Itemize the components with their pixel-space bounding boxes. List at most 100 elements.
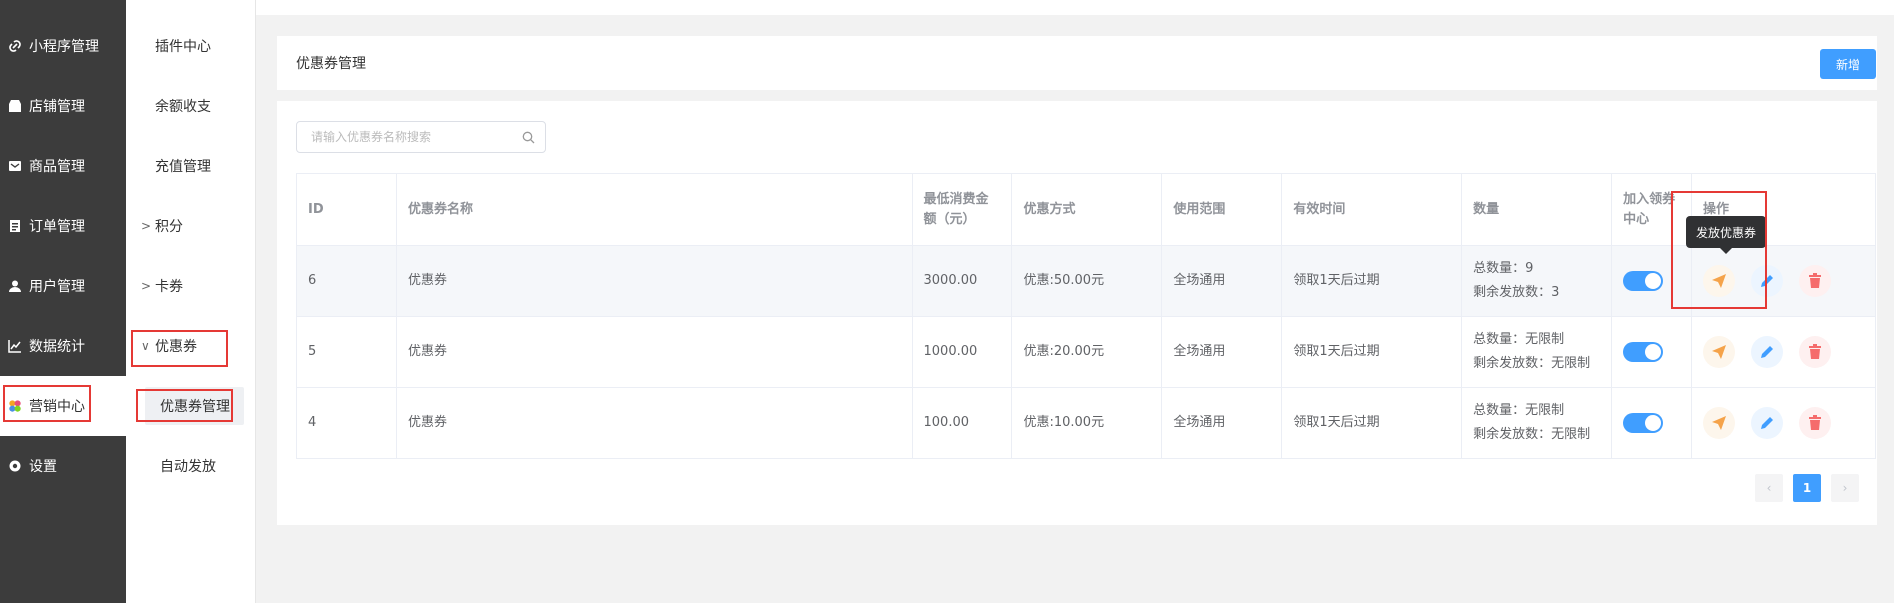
coupon-table: ID 优惠券名称 最低消费金额（元） 优惠方式 使用范围 有效时间 数量 加入领… xyxy=(296,173,1876,459)
delete-button[interactable] xyxy=(1799,407,1832,439)
submenu-item-coupon-manage[interactable]: 优惠券管理 xyxy=(126,376,256,436)
cell-coupon-center xyxy=(1611,387,1693,459)
table-row: 6 优惠券 3000.00 优惠:50.00元 全场通用 领取1天后过期 总数量… xyxy=(296,245,1876,317)
submenu-label: 余额收支 xyxy=(155,99,211,115)
submenu-item-recharge[interactable]: 充值管理 xyxy=(126,136,256,196)
sidebar-item-label: 用户管理 xyxy=(29,279,85,295)
chart-icon xyxy=(8,339,22,353)
content-card: ID 优惠券名称 最低消费金额（元） 优惠方式 使用范围 有效时间 数量 加入领… xyxy=(277,101,1877,525)
prev-page-button[interactable]: ‹ xyxy=(1755,474,1783,502)
table-row: 4 优惠券 100.00 优惠:10.00元 全场通用 领取1天后过期 总数量：… xyxy=(296,387,1876,459)
cell-discount: 优惠:20.00元 xyxy=(1011,316,1163,388)
cell-scope: 全场通用 xyxy=(1161,387,1283,459)
edit-button[interactable] xyxy=(1751,336,1784,368)
delete-button[interactable] xyxy=(1799,336,1832,368)
goods-icon xyxy=(8,159,22,173)
order-icon xyxy=(8,219,22,233)
sidebar-item-label: 商品管理 xyxy=(29,159,85,175)
search-icon[interactable] xyxy=(522,131,535,148)
sidebar-item-orders[interactable]: 订单管理 xyxy=(0,196,126,256)
sidebar-item-settings[interactable]: 设置 xyxy=(0,436,126,496)
quantity-total: 总数量：无限制 xyxy=(1473,332,1565,347)
marketing-icon xyxy=(8,399,22,413)
sidebar-item-label: 营销中心 xyxy=(29,399,85,415)
sidebar-item-goods[interactable]: 商品管理 xyxy=(0,136,126,196)
submenu-label: 插件中心 xyxy=(155,39,211,55)
cell-coupon-center xyxy=(1611,245,1693,317)
coupon-center-toggle[interactable] xyxy=(1623,341,1664,362)
pagination: ‹ 1 › xyxy=(1755,474,1859,502)
cell-name: 优惠券 xyxy=(395,245,913,317)
coupon-center-toggle[interactable] xyxy=(1623,412,1664,433)
page-number-current[interactable]: 1 xyxy=(1793,474,1821,502)
quantity-remaining: 剩余发放数：无限制 xyxy=(1473,356,1591,371)
sidebar-item-label: 设置 xyxy=(29,459,57,475)
user-icon xyxy=(8,279,22,293)
cell-id: 4 xyxy=(296,387,397,459)
issue-coupon-button[interactable] xyxy=(1703,336,1736,368)
submenu-item-balance[interactable]: 余额收支 xyxy=(126,76,256,136)
quantity-total: 总数量：无限制 xyxy=(1473,403,1565,418)
chevron-down-icon: ∨ xyxy=(141,339,150,353)
edit-button[interactable] xyxy=(1751,407,1784,439)
sidebar-item-label: 小程序管理 xyxy=(29,39,99,55)
col-quantity: 数量 xyxy=(1461,173,1613,246)
submenu-label: 积分 xyxy=(155,219,183,235)
cell-discount: 优惠:10.00元 xyxy=(1011,387,1163,459)
sidebar-item-shop[interactable]: 店铺管理 xyxy=(0,76,126,136)
issue-coupon-button[interactable] xyxy=(1703,407,1736,439)
submenu-label: 自动发放 xyxy=(160,459,216,475)
link-icon xyxy=(8,39,22,53)
chevron-right-icon: > xyxy=(141,279,152,293)
cell-actions xyxy=(1691,245,1876,317)
submenu-item-points[interactable]: > 积分 xyxy=(126,196,256,256)
sidebar-item-users[interactable]: 用户管理 xyxy=(0,256,126,316)
cell-coupon-center xyxy=(1611,316,1693,388)
coupon-center-toggle[interactable] xyxy=(1623,270,1664,291)
cell-actions xyxy=(1691,316,1876,388)
submenu-item-plugin-center[interactable]: 插件中心 xyxy=(126,16,256,76)
sidebar-item-label: 店铺管理 xyxy=(29,99,85,115)
pencil-icon xyxy=(1761,275,1774,287)
add-button[interactable]: 新增 xyxy=(1820,49,1876,79)
submenu-item-auto-issue[interactable]: 自动发放 xyxy=(126,436,256,496)
col-scope: 使用范围 xyxy=(1161,173,1283,246)
cell-quantity: 总数量：9 剩余发放数：3 xyxy=(1461,245,1613,317)
shop-icon xyxy=(8,99,22,113)
cell-name: 优惠券 xyxy=(395,387,913,459)
gear-icon xyxy=(8,459,22,473)
cell-valid: 领取1天后过期 xyxy=(1281,245,1463,317)
col-name: 优惠券名称 xyxy=(395,173,913,246)
next-page-button[interactable]: › xyxy=(1831,474,1859,502)
search-input[interactable] xyxy=(297,122,507,152)
sidebar-item-marketing[interactable]: 营销中心 xyxy=(0,376,126,436)
cell-name: 优惠券 xyxy=(395,316,913,388)
table-row: 5 优惠券 1000.00 优惠:20.00元 全场通用 领取1天后过期 总数量… xyxy=(296,316,1876,388)
submenu-label: 卡券 xyxy=(155,279,183,295)
submenu-item-card[interactable]: > 卡券 xyxy=(126,256,256,316)
sidebar-item-label: 订单管理 xyxy=(29,219,85,235)
cell-min-spend: 3000.00 xyxy=(911,245,1013,317)
edit-button[interactable] xyxy=(1751,265,1784,297)
pencil-icon xyxy=(1761,417,1774,429)
cell-scope: 全场通用 xyxy=(1161,316,1283,388)
submenu-label: 优惠券 xyxy=(155,339,197,355)
page-title: 优惠券管理 xyxy=(296,56,366,72)
col-discount: 优惠方式 xyxy=(1011,173,1163,246)
cell-quantity: 总数量：无限制剩余发放数：无限制 xyxy=(1461,387,1613,459)
cell-scope: 全场通用 xyxy=(1161,245,1283,317)
quantity-total: 总数量：9 xyxy=(1473,261,1534,276)
send-icon xyxy=(1712,345,1727,359)
issue-coupon-button[interactable] xyxy=(1703,265,1736,297)
cell-quantity: 总数量：无限制剩余发放数：无限制 xyxy=(1461,316,1613,388)
quantity-remaining: 剩余发放数：3 xyxy=(1473,285,1560,300)
cell-id: 6 xyxy=(296,245,397,317)
submenu-item-coupon[interactable]: ∨ 优惠券 xyxy=(126,316,256,376)
sidebar-item-stats[interactable]: 数据统计 xyxy=(0,316,126,376)
col-valid: 有效时间 xyxy=(1281,173,1463,246)
delete-button[interactable] xyxy=(1799,265,1832,297)
cell-min-spend: 100.00 xyxy=(911,387,1013,459)
sidebar-item-miniprogram[interactable]: 小程序管理 xyxy=(0,16,126,76)
submenu-label: 充值管理 xyxy=(155,159,211,175)
quantity-remaining: 剩余发放数：无限制 xyxy=(1473,427,1591,442)
